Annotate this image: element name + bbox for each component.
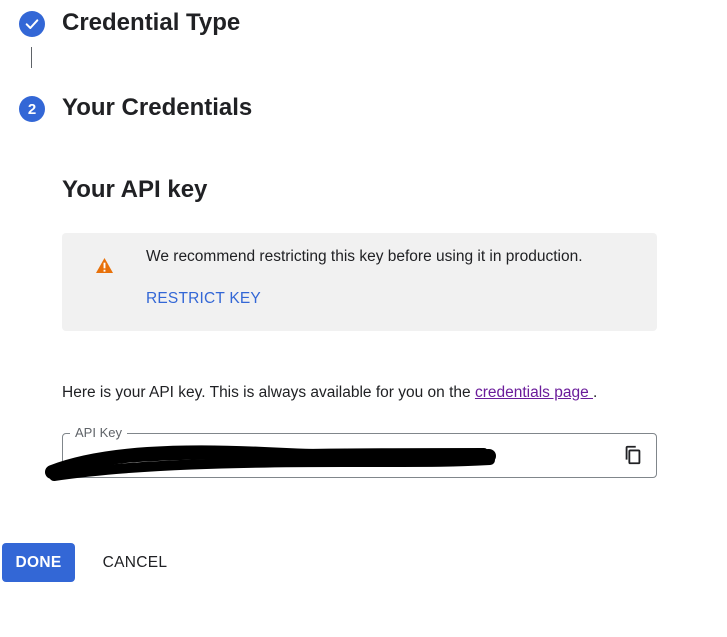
step-completed-check-icon [19,11,45,37]
credentials-page-link[interactable]: credentials page [475,384,593,401]
step-title-credential-type: Credential Type [62,9,241,36]
copy-icon[interactable] [622,444,644,466]
redaction-scribble [45,445,496,481]
warning-icon [95,257,114,279]
done-button[interactable]: DONE [2,543,75,582]
section-title: Your API key [62,176,208,203]
step-title-your-credentials: Your Credentials [62,94,253,121]
step-number-badge: 2 [19,96,45,122]
step-connector-line [31,47,32,68]
api-key-field-label: API Key [70,425,127,440]
api-key-created-panel: Credential Type 2 Your Credentials Your … [0,0,727,637]
restrict-key-button[interactable]: RESTRICT KEY [146,290,261,308]
info-text-suffix: . [593,384,598,401]
info-text-prefix: Here is your API key. This is always ava… [62,384,475,401]
warning-message: We recommend restricting this key before… [146,248,583,265]
cancel-button[interactable]: CANCEL [94,543,176,582]
api-key-info-text: Here is your API key. This is always ava… [62,384,597,402]
warning-banner: We recommend restricting this key before… [62,233,657,331]
